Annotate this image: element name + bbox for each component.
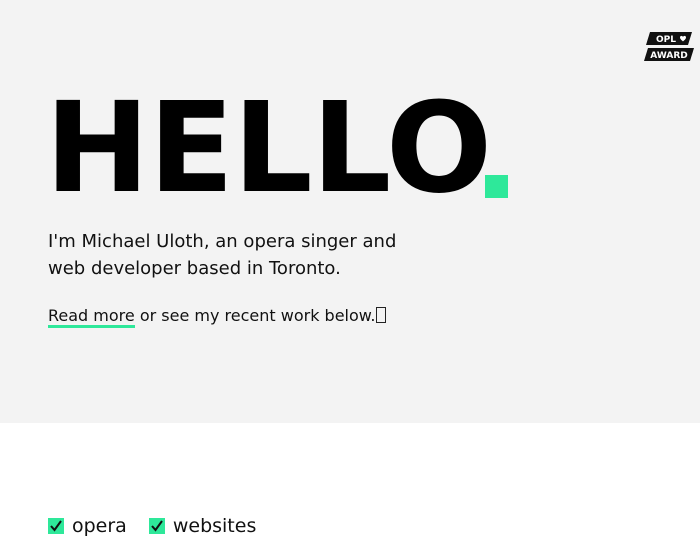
filter-label: websites xyxy=(172,515,257,537)
page-title: HELLO xyxy=(45,76,492,221)
accent-dot xyxy=(485,175,508,198)
filter-opera[interactable]: opera xyxy=(48,515,127,537)
award-bottom-ribbon: AWARD xyxy=(644,48,694,61)
award-line2: AWARD xyxy=(650,51,687,61)
intro-text: I'm Michael Uloth, an opera singer and w… xyxy=(48,231,397,279)
missing-glyph-icon xyxy=(376,307,387,323)
award-top-ribbon: OPL xyxy=(646,32,692,45)
cta-rest-text: or see my recent work below. xyxy=(134,306,376,325)
filter-label: opera xyxy=(72,515,127,537)
work-filters: opera websites xyxy=(48,515,256,537)
award-line1: OPL xyxy=(656,35,676,45)
checkbox-checked-icon[interactable] xyxy=(48,518,64,534)
checkbox-checked-icon[interactable] xyxy=(148,518,165,534)
cta-line: Read more or see my recent work below. xyxy=(48,305,387,328)
hero-section: OPL AWARD HELLO I'm Michael Uloth, an op… xyxy=(0,0,700,423)
opl-award-badge[interactable]: OPL AWARD xyxy=(642,30,696,63)
filter-websites[interactable]: websites xyxy=(148,515,257,537)
read-more-link[interactable]: Read more xyxy=(48,306,135,328)
